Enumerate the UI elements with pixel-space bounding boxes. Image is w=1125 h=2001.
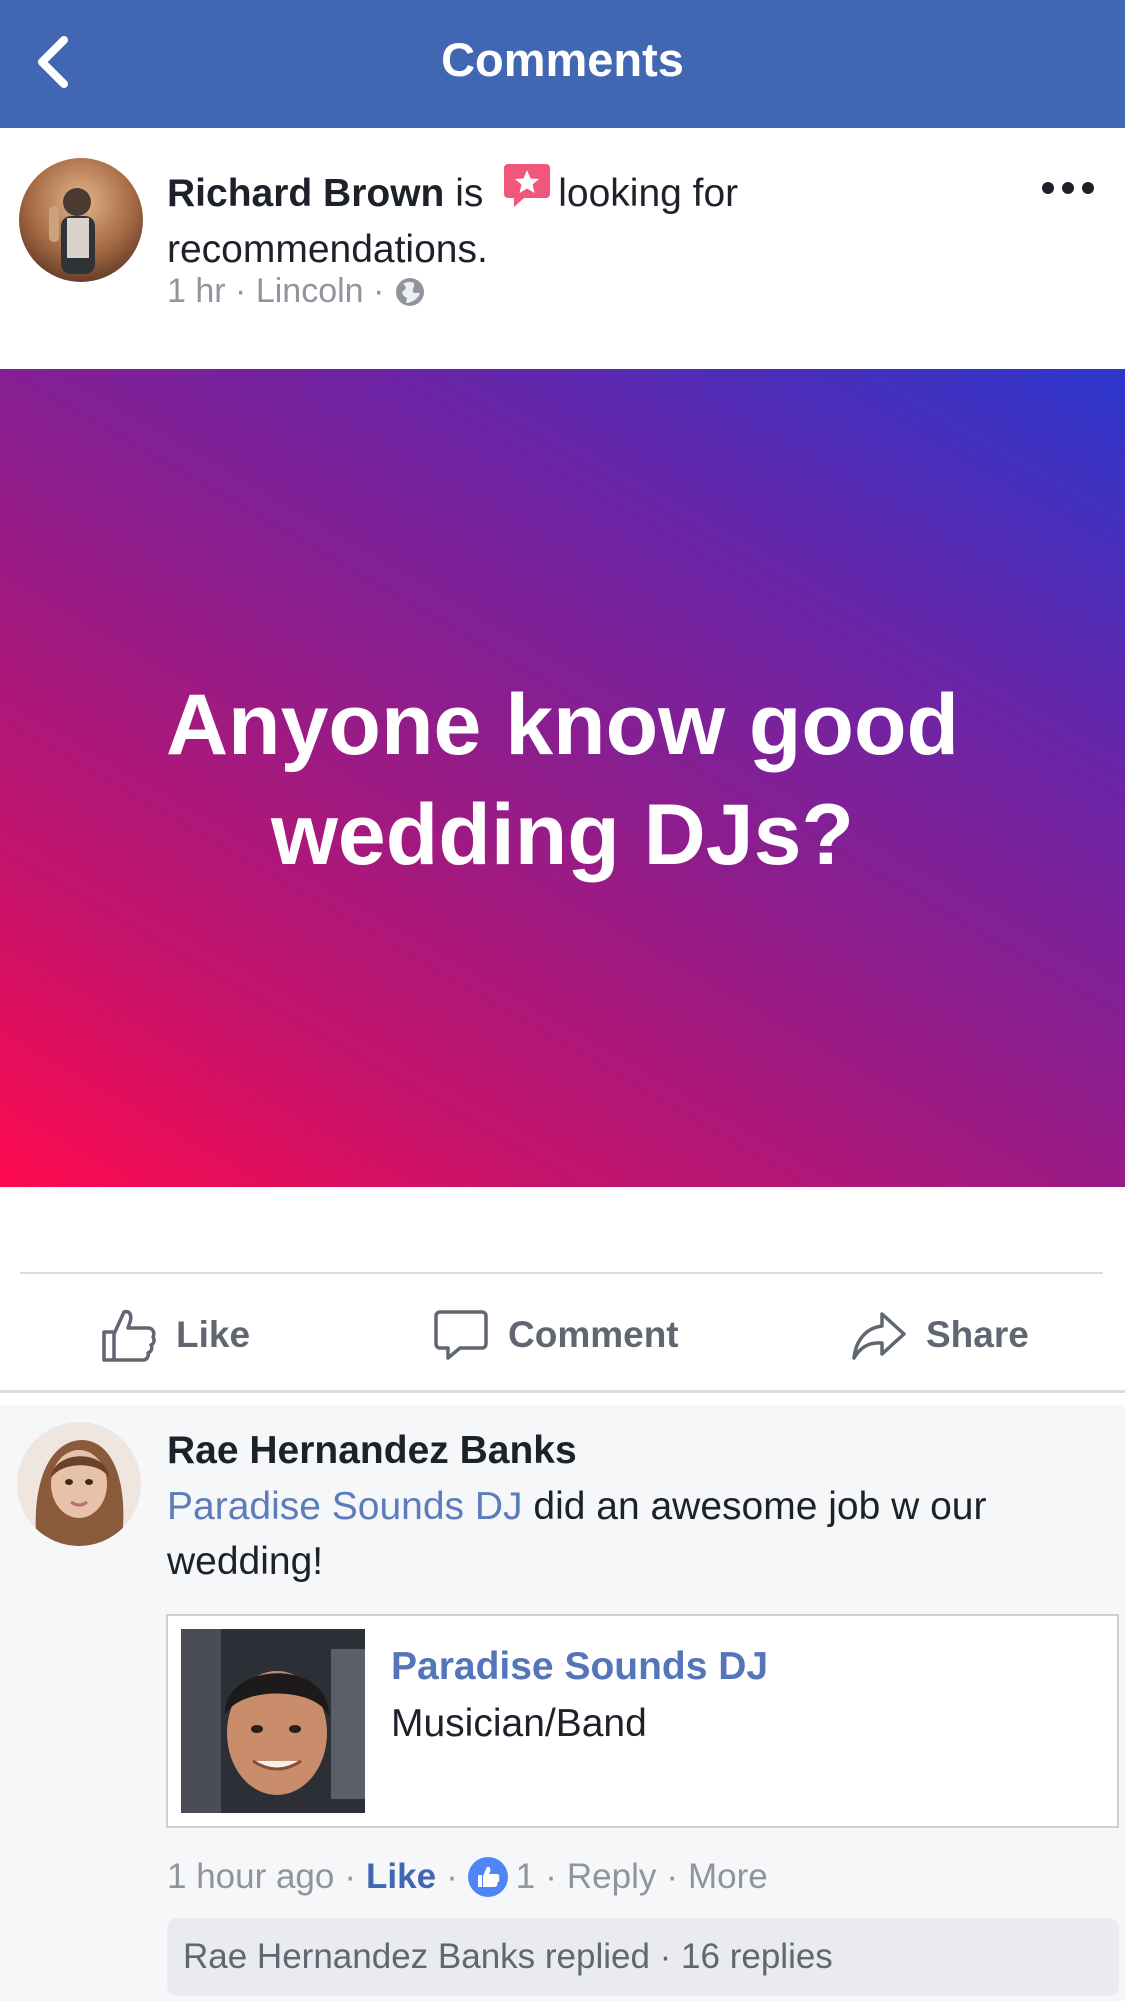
like-button[interactable]: Like — [100, 1300, 250, 1370]
like-label: Like — [176, 1314, 251, 1355]
comment-author-name[interactable]: Rae Hernandez Banks — [167, 1424, 577, 1478]
comment-mention-link[interactable]: Paradise Sounds DJ — [167, 1485, 523, 1528]
meta-separator: · — [344, 1857, 357, 1896]
page-card-category: Musician/Band — [391, 1702, 647, 1745]
comment-time[interactable]: 1 hour ago — [167, 1849, 334, 1905]
share-arrow-icon — [852, 1312, 906, 1360]
divider — [0, 1390, 1125, 1393]
more-dots-icon — [1042, 182, 1094, 194]
post-card-text: Anyone know good wedding DJs? — [165, 677, 960, 883]
post-author-line: Richard Brown is looking for recommendat… — [167, 160, 1017, 276]
post-author-name[interactable]: Richard Brown — [167, 172, 444, 215]
post-location[interactable]: Lincoln — [256, 272, 364, 310]
meta-separator: · — [446, 1857, 458, 1896]
comment-body: Paradise Sounds DJ did an awesome job w … — [167, 1479, 1107, 1589]
page-title: Comments — [441, 33, 684, 86]
reaction-count[interactable]: 1 — [516, 1849, 535, 1905]
avatar-photo — [19, 158, 143, 282]
divider — [20, 1272, 1103, 1274]
comment-meta-row: 1 hour ago · Like · 1 · Reply · More — [167, 1849, 768, 1905]
comment-label: Comment — [508, 1314, 679, 1355]
globe-icon — [394, 273, 426, 321]
post-options-button[interactable] — [1038, 166, 1098, 210]
meta-separator: · — [666, 1857, 678, 1896]
share-button[interactable]: Share — [850, 1300, 1029, 1370]
avatar-photo — [17, 1422, 141, 1546]
meta-separator: · — [545, 1857, 557, 1896]
comment-like-link[interactable]: Like — [366, 1849, 436, 1905]
meta-separator: · — [235, 272, 256, 310]
comment-reply-link[interactable]: Reply — [567, 1849, 656, 1905]
comment-bubble-icon — [434, 1310, 488, 1360]
thumbs-up-icon — [102, 1309, 156, 1362]
page-card-photo — [181, 1629, 365, 1813]
chevron-left-icon — [38, 36, 68, 88]
page-card-name[interactable]: Paradise Sounds DJ — [391, 1640, 768, 1694]
comment-more-link[interactable]: More — [688, 1849, 768, 1905]
meta-separator: · — [373, 272, 394, 310]
like-reaction-icon[interactable] — [467, 1857, 508, 1897]
recommendation-star-icon — [502, 160, 552, 224]
back-button[interactable] — [28, 26, 100, 98]
post-verb: is — [455, 172, 484, 215]
share-label: Share — [926, 1314, 1029, 1355]
comment-button[interactable]: Comment — [432, 1300, 679, 1370]
comment-author-avatar[interactable] — [17, 1422, 141, 1546]
post-meta: 1 hr · Lincoln · — [167, 267, 426, 321]
post-time[interactable]: 1 hr — [167, 272, 226, 310]
post-author-avatar[interactable] — [19, 158, 143, 282]
replies-summary: Rae Hernandez Banks replied · 16 replies — [183, 1937, 833, 1976]
